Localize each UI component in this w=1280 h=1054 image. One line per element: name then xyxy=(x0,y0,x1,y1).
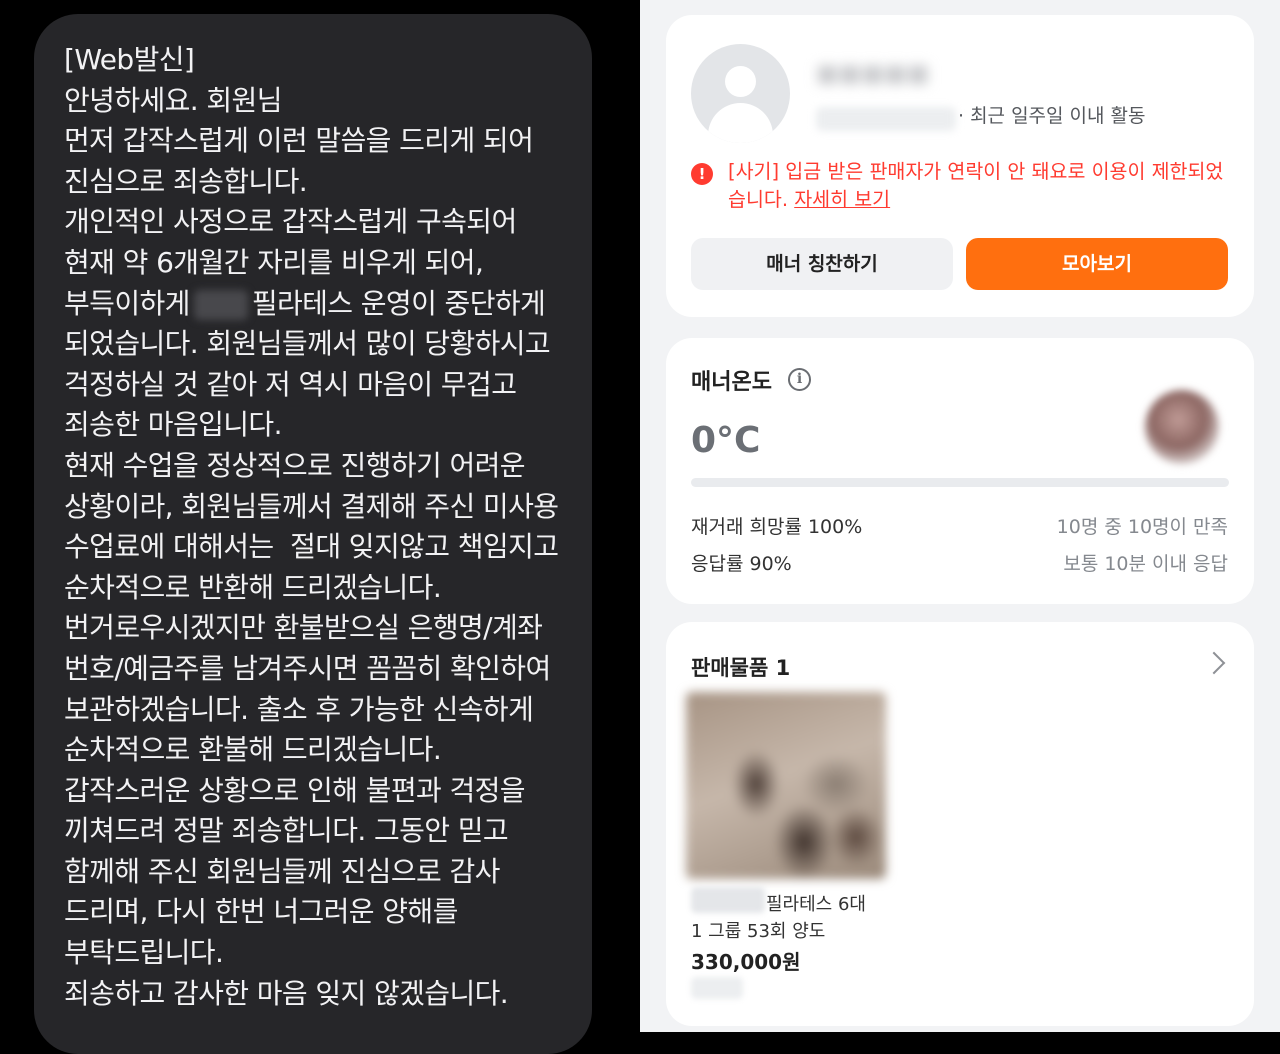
profile-card: ■■■■■ · 최근 일주일 이내 활동 ! [사기] 입금 받은 판매자가 연… xyxy=(666,15,1254,317)
sms-line: 현재 수업을 정상적으로 진행하기 어려운 xyxy=(64,448,526,482)
sms-line: 순차적으로 환불해 드리겠습니다. xyxy=(64,733,442,767)
sms-line: 보관하겠습니다. 출소 후 가능한 신속하게 xyxy=(64,692,534,726)
redacted-location xyxy=(816,107,956,131)
temperature-bar xyxy=(691,478,1229,487)
collect-button[interactable]: 모아보기 xyxy=(966,238,1228,290)
info-icon[interactable]: i xyxy=(788,368,811,391)
sms-bubble: [Web발신] 안녕하세요. 회원님 먼저 갑작스럽게 이런 말씀을 드리게 되… xyxy=(34,14,592,1054)
sms-line: 번거로우시겠지만 환불받으실 은행명/계좌 xyxy=(64,611,543,645)
avatar-head-shape xyxy=(725,66,756,97)
restriction-warning: [사기] 입금 받은 판매자가 연락이 안 돼요로 이용이 제한되었습니다. 자… xyxy=(728,158,1228,214)
sales-title[interactable]: 판매물품 1 xyxy=(691,652,790,682)
sms-line: 먼저 갑작스럽게 이런 말씀을 드리게 되어 xyxy=(64,124,534,158)
sms-line: 수업료에 대해서는 절대 잊지않고 책임지고 xyxy=(64,530,559,564)
redacted-product-name xyxy=(691,887,765,913)
sms-line: 상황이라, 회원님들께서 결제해 주신 미사용 xyxy=(64,489,559,523)
sales-card: 판매물품 1 필라테스 6대 1 그룹 53회 양도 330,000원 xyxy=(666,622,1254,1026)
manner-temperature-card: 매너온도 i 0°C 재거래 희망률 100% 10명 중 10명이 만족 응답… xyxy=(666,338,1254,604)
sms-line: 개인적인 사정으로 갑작스럽게 구속되어 xyxy=(64,205,517,239)
rebuy-detail: 10명 중 10명이 만족 xyxy=(1056,516,1228,538)
sms-line: 현재 약 6개월간 자리를 비우게 되어, xyxy=(64,245,484,279)
sms-line: [Web발신] xyxy=(64,43,195,76)
exclamation-circle-icon: ! xyxy=(691,163,713,185)
sms-line: 진심으로 죄송합니다. xyxy=(64,164,308,198)
sms-line: 끼쳐드려 정말 죄송합니다. 그동안 믿고 xyxy=(64,814,509,848)
sms-line-prefix: 부득이하게 xyxy=(64,286,190,320)
chevron-right-icon[interactable] xyxy=(1202,651,1226,675)
sms-panel: [Web발신] 안녕하세요. 회원님 먼저 갑작스럽게 이런 말씀을 드리게 되… xyxy=(0,0,640,1054)
profile-panel: ■■■■■ · 최근 일주일 이내 활동 ! [사기] 입금 받은 판매자가 연… xyxy=(640,0,1280,1032)
activity-status: · 최근 일주일 이내 활동 xyxy=(958,105,1146,127)
sms-line: 죄송하고 감사한 마음 잊지 않겠습니다. xyxy=(64,976,509,1010)
sms-line: 죄송한 마음입니다. xyxy=(64,408,282,442)
redacted-product-meta xyxy=(691,977,743,999)
sms-line: 함께해 주신 회원님들께 진심으로 감사 xyxy=(64,854,500,888)
temperature-value: 0°C xyxy=(691,420,761,461)
sms-line-suffix: 필라테스 운영이 중단하게 xyxy=(251,286,546,320)
sms-line: 번호/예금주를 남겨주시면 꼼꼼히 확인하여 xyxy=(64,651,551,685)
sms-line: 순차적으로 반환해 드리겠습니다. xyxy=(64,570,442,604)
response-detail: 보통 10분 이내 응답 xyxy=(1063,553,1228,575)
sms-line: 드리며, 다시 한번 너그러운 양해를 xyxy=(64,895,458,929)
redacted-nickname: ■■■■■ xyxy=(816,59,930,87)
sms-line: 안녕하세요. 회원님 xyxy=(64,83,282,117)
product-subtitle[interactable]: 1 그룹 53회 양도 xyxy=(691,917,825,943)
sms-text: [Web발신] 안녕하세요. 회원님 먼저 갑작스럽게 이런 말씀을 드리게 되… xyxy=(64,40,559,1014)
manner-title: 매너온도 xyxy=(691,370,772,395)
sms-line: 부탁드립니다. xyxy=(64,936,224,970)
redacted-name xyxy=(193,289,248,320)
details-link[interactable]: 자세히 보기 xyxy=(794,188,890,211)
avatar-body-shape xyxy=(708,103,773,143)
sms-line: 걱정하실 것 같아 저 역시 마음이 무겁고 xyxy=(64,367,517,401)
sms-line: 갑작스러운 상황으로 인해 불편과 걱정을 xyxy=(64,773,526,807)
manner-praise-button[interactable]: 매너 칭찬하기 xyxy=(691,238,953,290)
product-thumbnail[interactable] xyxy=(686,692,886,879)
product-title[interactable]: 필라테스 6대 xyxy=(766,890,866,916)
sms-line: 되었습니다. 회원님들께서 많이 당황하시고 xyxy=(64,327,551,361)
temperature-face-icon xyxy=(1145,390,1219,464)
sms-line-with-redaction: 부득이하게 필라테스 운영이 중단하게 xyxy=(64,284,558,325)
rebuy-rate: 재거래 희망률 100% xyxy=(691,516,863,538)
avatar[interactable] xyxy=(691,44,790,143)
product-price: 330,000원 xyxy=(691,950,801,974)
response-rate: 응답률 90% xyxy=(691,553,792,575)
